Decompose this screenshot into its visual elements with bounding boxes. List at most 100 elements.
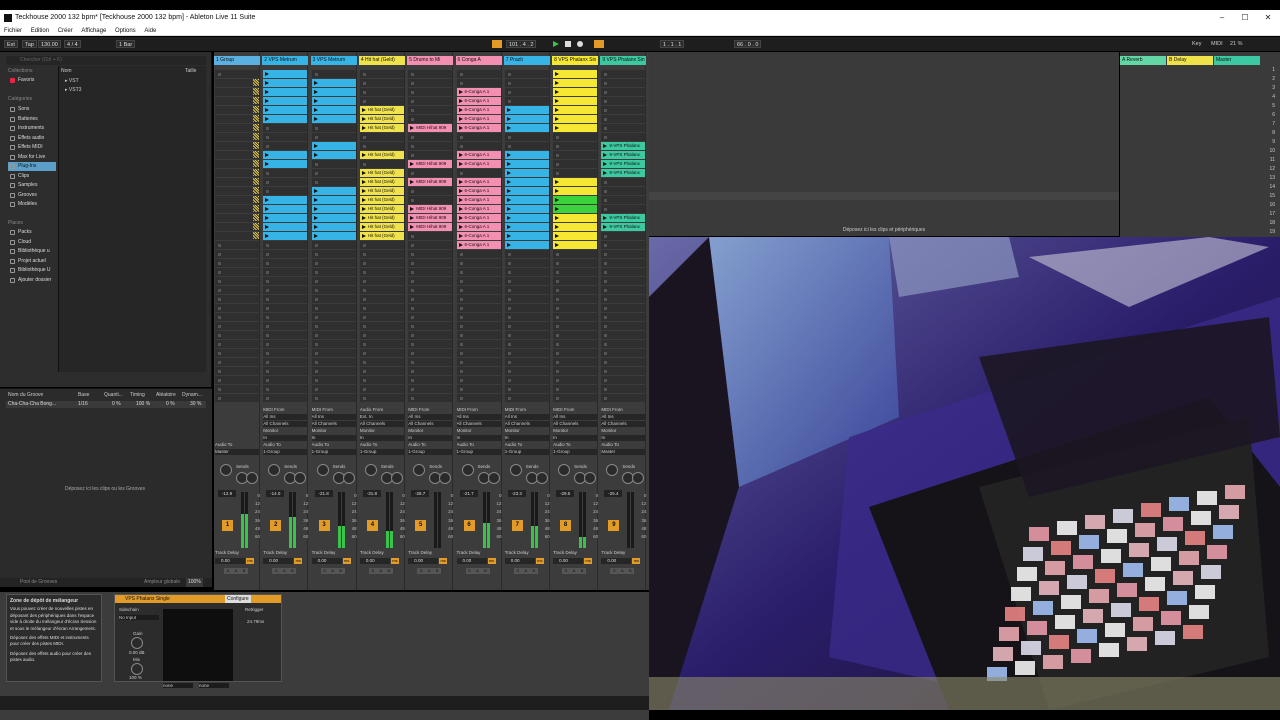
clip-slot[interactable] (311, 385, 356, 393)
clip[interactable]: MIDI Hihat 909 (408, 160, 453, 168)
scene-launch[interactable]: 10 (1250, 147, 1278, 155)
category-10[interactable]: Modèles (8, 200, 56, 209)
mixer-toggle-button[interactable]: B (578, 568, 587, 574)
clip-slot[interactable] (311, 358, 356, 366)
clip[interactable]: 6-Conga A 1 (456, 214, 501, 222)
clip-slot[interactable] (359, 376, 404, 384)
track-activator-button[interactable]: 3 (318, 520, 330, 531)
clip-slot[interactable] (504, 394, 549, 402)
io-all-ins[interactable]: All Ins (408, 414, 453, 420)
clip-slot[interactable] (456, 331, 501, 339)
clip-slot[interactable] (215, 268, 259, 276)
clip-slot[interactable] (553, 286, 598, 294)
clip[interactable] (504, 178, 549, 186)
clip-slot[interactable] (504, 97, 549, 105)
clip[interactable]: 6-Conga A 1 (456, 97, 501, 105)
mixer-toggle-button[interactable]: B (288, 568, 297, 574)
clip-slot[interactable] (553, 313, 598, 321)
clip-slot[interactable] (359, 322, 404, 330)
io-in[interactable]: In (263, 435, 308, 441)
clip[interactable] (553, 88, 598, 96)
place-5[interactable]: Ajouter dossier (8, 276, 56, 285)
return-track-header[interactable]: B Delay (1167, 56, 1213, 65)
track-activator-button[interactable]: 5 (415, 520, 427, 531)
clip-slot[interactable] (263, 286, 308, 294)
io-all-channels[interactable]: All Channels (553, 421, 598, 427)
mixer-toggle-button[interactable]: S (272, 568, 281, 574)
loop-start-field[interactable]: 1 . 1 . 1 (660, 40, 685, 48)
track-activator-button[interactable]: 4 (366, 520, 378, 531)
record-icon[interactable] (577, 41, 583, 47)
clip-slot[interactable] (263, 340, 308, 348)
io-master[interactable]: Master (215, 449, 259, 455)
track-delay-field[interactable]: 0.00 (263, 558, 294, 564)
delay-unit-button[interactable]: ms (246, 558, 254, 564)
clip[interactable] (504, 214, 549, 222)
clip[interactable] (215, 97, 259, 105)
mixer-toggle-button[interactable]: S (513, 568, 522, 574)
mixer-toggle-button[interactable]: B (626, 568, 635, 574)
mixer-toggle-button[interactable]: A (376, 568, 385, 574)
mode-select-2[interactable]: none (199, 683, 229, 688)
clip-slot[interactable] (601, 268, 646, 276)
clip[interactable] (215, 178, 259, 186)
groove-dyn[interactable]: 30 % (190, 401, 201, 408)
track-activator-button[interactable]: 2 (270, 520, 282, 531)
clip-slot[interactable] (456, 340, 501, 348)
clip-slot[interactable] (504, 142, 549, 150)
clip-slot[interactable] (215, 394, 259, 402)
clip-slot[interactable] (504, 133, 549, 141)
clip-slot[interactable] (311, 367, 356, 375)
retrigger-value[interactable]: 24.79ms (247, 619, 264, 624)
clip[interactable] (263, 79, 308, 87)
track-activator-button[interactable]: 8 (560, 520, 572, 531)
clip[interactable]: 6-Conga A 1 (456, 241, 501, 249)
clip-slot[interactable] (408, 385, 453, 393)
track-header[interactable]: 7 Prazti (503, 56, 550, 65)
clip-slot[interactable] (504, 358, 549, 366)
clip-slot[interactable] (601, 295, 646, 303)
clip[interactable] (263, 205, 308, 213)
volume-value[interactable]: -29.5 (556, 490, 575, 497)
clip-slot[interactable] (553, 340, 598, 348)
mixer-toggle-button[interactable]: S (465, 568, 474, 574)
clip-slot[interactable] (456, 295, 501, 303)
clip-slot[interactable] (456, 133, 501, 141)
pan-knob[interactable] (558, 464, 571, 476)
clip-slot[interactable] (311, 124, 356, 132)
clip[interactable] (215, 160, 259, 168)
clip[interactable] (215, 205, 259, 213)
io-all-channels[interactable]: All Channels (359, 421, 404, 427)
send-knob[interactable] (294, 472, 307, 484)
track-header[interactable]: 5 Drums to Mi (407, 56, 454, 65)
mix-value[interactable]: 100 % (129, 675, 142, 680)
clip[interactable] (553, 232, 598, 240)
category-9[interactable]: Grooves (8, 191, 56, 200)
mixer-toggle-button[interactable]: B (384, 568, 393, 574)
clip[interactable]: MIDI Hihat 909 (408, 223, 453, 231)
clip[interactable] (215, 79, 259, 87)
clip[interactable] (215, 187, 259, 195)
track-delay-field[interactable]: 0.00 (311, 558, 342, 564)
follow-icon[interactable] (492, 40, 502, 48)
clip-slot[interactable] (359, 331, 404, 339)
clip-slot[interactable] (601, 358, 646, 366)
scene-launch[interactable]: 17 (1250, 210, 1278, 218)
volume-value[interactable]: -28.7 (411, 490, 430, 497)
volume-value[interactable]: -25.4 (604, 490, 623, 497)
clip-slot[interactable] (504, 313, 549, 321)
clip-slot[interactable] (311, 349, 356, 357)
track-delay-field[interactable]: 0.00 (504, 558, 535, 564)
send-knob[interactable] (584, 472, 597, 484)
pan-knob[interactable] (364, 464, 377, 476)
clip-slot[interactable] (311, 295, 356, 303)
clip-slot[interactable] (263, 331, 308, 339)
clip-slot[interactable] (553, 376, 598, 384)
close-button[interactable]: ✕ (1256, 10, 1280, 26)
clip-slot[interactable] (504, 322, 549, 330)
clip-slot[interactable] (504, 250, 549, 258)
sidechain-input-select[interactable]: No Input (119, 615, 159, 620)
clip-slot[interactable] (359, 268, 404, 276)
io-master[interactable]: Master (601, 449, 646, 455)
clip[interactable] (215, 133, 259, 141)
